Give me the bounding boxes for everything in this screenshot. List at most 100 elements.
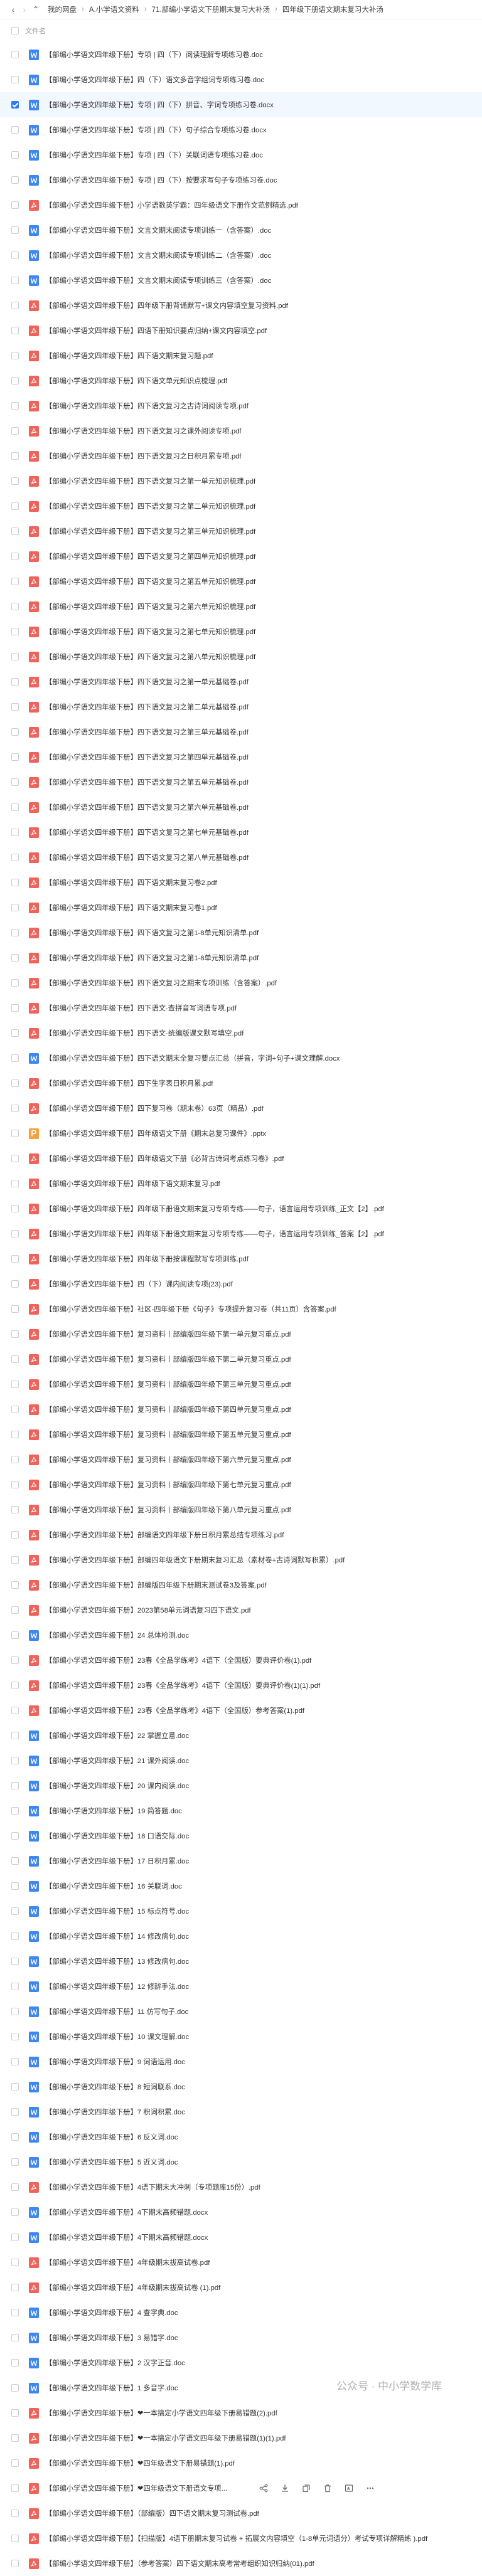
file-row[interactable]: 【部编小学语文四年级下册】22 掌握立意.doc — [0, 1723, 482, 1748]
breadcrumb-item[interactable]: 71.部编小学语文下册期末复习大补汤 — [152, 4, 270, 14]
file-name[interactable]: 【部编小学语文四年级下册】四年级语文下册《必背古诗词考点练习卷》.pdf — [45, 1153, 284, 1163]
more-icon[interactable] — [364, 2482, 377, 2494]
file-checkbox[interactable] — [11, 2208, 19, 2216]
file-row[interactable]: 【部编小学语文四年级下册】4下期末高频错题.docx — [0, 2225, 482, 2250]
file-row[interactable]: 【部编小学语文四年级下册】❤一本搞定小学语文四年级下册易错题(2).pdf — [0, 2400, 482, 2425]
file-row[interactable]: 【部编小学语文四年级下册】3 易错字.doc — [0, 2325, 482, 2350]
file-row[interactable]: 【部编小学语文四年级下册】社区-四年级下册《句子》专项提升复习卷（共11页）含答… — [0, 1296, 482, 1322]
file-row[interactable]: 【部编小学语文四年级下册】（部编版）四下语文期末复习测试卷.pdf — [0, 2501, 482, 2526]
file-row[interactable]: 【部编小学语文四年级下册】5 近义词.doc — [0, 2149, 482, 2175]
file-checkbox[interactable] — [11, 854, 19, 861]
file-name[interactable]: 【部编小学语文四年级下册】4年级期末拔高试卷 (1).pdf — [45, 2282, 220, 2292]
file-row[interactable]: 【部编小学语文四年级下册】四（下）课内阅读专项(23).pdf — [0, 1271, 482, 1296]
file-name[interactable]: 【部编小学语文四年级下册】四下语文复习之第八单元基础卷.pdf — [45, 852, 249, 862]
file-row[interactable]: 【部编小学语文四年级下册】12 修辞手法.doc — [0, 1974, 482, 1999]
file-row[interactable]: 【部编小学语文四年级下册】复习资料丨部编版四年级下第八单元复习重点.pdf — [0, 1497, 482, 1522]
file-name[interactable]: 【部编小学语文四年级下册】四下语文复习之第八单元知识梳理.pdf — [45, 652, 255, 662]
file-checkbox[interactable] — [11, 2183, 19, 2191]
file-checkbox[interactable] — [11, 1456, 19, 1463]
file-name[interactable]: 【部编小学语文四年级下册】四下语文复习之日积月累专项.pdf — [45, 451, 242, 461]
file-checkbox[interactable] — [11, 578, 19, 585]
file-name[interactable]: 【部编小学语文四年级下册】16 关联词.doc — [45, 1881, 182, 1891]
file-checkbox[interactable] — [11, 477, 19, 485]
file-name[interactable]: 【部编小学语文四年级下册】17 日积月累.doc — [45, 1856, 189, 1866]
file-name[interactable]: 【部编小学语文四年级下册】❤四年级语文下册易错题(1).pdf — [45, 2458, 235, 2468]
file-row[interactable]: 【部编小学语文四年级下册】四下语文复习之第三单元基础卷.pdf — [0, 719, 482, 745]
file-name[interactable]: 【部编小学语文四年级下册】22 掌握立意.doc — [45, 1731, 189, 1741]
file-name[interactable]: 【部编小学语文四年级下册】专项 | 四（下）按要求写句子专项练习卷.doc — [45, 175, 277, 185]
file-checkbox[interactable] — [11, 1155, 19, 1162]
file-name[interactable]: 【部编小学语文四年级下册】复习资料丨部编版四年级下第四单元复习重点.pdf — [45, 1404, 291, 1414]
file-name[interactable]: 【部编小学语文四年级下册】小学语数英学霸：四年级语文下册作文范例精选.pdf — [45, 200, 298, 210]
file-row[interactable]: 【部编小学语文四年级下册】部编四年级语文下册期末复习汇总（素材卷+古诗词默写积累… — [0, 1547, 482, 1572]
file-name[interactable]: 【部编小学语文四年级下册】专项 | 四（下）阅读理解专项练习卷.doc — [45, 50, 263, 60]
file-name[interactable]: 【部编小学语文四年级下册】四下语文复习之第二单元基础卷.pdf — [45, 702, 249, 712]
file-name[interactable]: 【部编小学语文四年级下册】四下语文复习之第三单元知识梳理.pdf — [45, 526, 255, 536]
file-name[interactable]: 【部编小学语文四年级下册】四（下）语文多音字组词专项练习卷.doc — [45, 75, 264, 85]
file-row[interactable]: 【部编小学语文四年级下册】四下语文复习之日积月累专项.pdf — [0, 443, 482, 469]
file-checkbox[interactable] — [11, 1857, 19, 1865]
file-checkbox[interactable] — [11, 904, 19, 911]
file-name[interactable]: 【部编小学语文四年级下册】四下生字表日积月累.pdf — [45, 1078, 213, 1088]
file-name[interactable]: 【部编小学语文四年级下册】❤一本搞定小学语文四年级下册易错题(2).pdf — [45, 2408, 277, 2418]
select-all-checkbox[interactable] — [11, 27, 19, 34]
file-checkbox[interactable] — [11, 1807, 19, 1815]
file-name[interactable]: 【部编小学语文四年级下册】四下语文复习之第四单元基础卷.pdf — [45, 752, 249, 762]
file-row[interactable]: 【部编小学语文四年级下册】四下语文复习之第八单元基础卷.pdf — [0, 845, 482, 870]
file-checkbox[interactable] — [11, 753, 19, 761]
file-row[interactable]: 【部编小学语文四年级下册】四下语文复习之第一单元知识梳理.pdf — [0, 469, 482, 494]
file-name[interactable]: 【部编小学语文四年级下册】四年级下册按课程默写专项训练.pdf — [45, 1254, 249, 1264]
file-row[interactable]: 【部编小学语文四年级下册】14 修改病句.doc — [0, 1924, 482, 1949]
back-arrow-icon[interactable]: ‹ — [8, 4, 19, 14]
file-name[interactable]: 【部编小学语文四年级下册】12 修辞手法.doc — [45, 1981, 189, 1991]
file-checkbox[interactable] — [11, 1983, 19, 1990]
file-checkbox[interactable] — [11, 101, 19, 109]
file-row[interactable]: 【部编小学语文四年级下册】四下语文复习之第1-8单元知识清单.pdf — [0, 920, 482, 945]
file-name[interactable]: 【部编小学语文四年级下册】23春《全品学练考》4语下（全国版）要典评价卷(1)(… — [45, 1680, 320, 1690]
file-name[interactable]: 【部编小学语文四年级下册】四下语文复习之第五单元基础卷.pdf — [45, 777, 249, 787]
file-checkbox[interactable] — [11, 1305, 19, 1313]
file-name[interactable]: 【部编小学语文四年级下册】复习资料丨部编版四年级下第五单元复习重点.pdf — [45, 1429, 291, 1439]
file-name[interactable]: 【部编小学语文四年级下册】部编四年级语文下册期末复习汇总（素材卷+古诗词默写积累… — [45, 1555, 345, 1565]
file-name[interactable]: 【部编小学语文四年级下册】复习资料丨部编版四年级下第一单元复习重点.pdf — [45, 1329, 291, 1339]
file-name[interactable]: 【部编小学语文四年级下册】23春《全品学练考》4语下（全国版）参考答案(1).p… — [45, 1705, 304, 1715]
file-checkbox[interactable] — [11, 76, 19, 83]
file-checkbox[interactable] — [11, 879, 19, 886]
file-row[interactable]: 【部编小学语文四年级下册】24 总体检测.doc — [0, 1623, 482, 1648]
file-name[interactable]: 【部编小学语文四年级下册】专项 | 四（下）拼音、字词专项练习卷.docx — [45, 100, 274, 110]
file-row[interactable]: 【部编小学语文四年级下册】四下语文复习之第六单元知识梳理.pdf — [0, 594, 482, 619]
file-row[interactable]: 【部编小学语文四年级下册】复习资料丨部编版四年级下第六单元复习重点.pdf — [0, 1447, 482, 1472]
file-checkbox[interactable] — [11, 2384, 19, 2392]
file-row[interactable]: 【部编小学语文四年级下册】四年级下册语文期末复习专项专练——句子，语言运用专项训… — [0, 1196, 482, 1221]
file-name[interactable]: 【部编小学语文四年级下册】四年级下语文期末复习.pdf — [45, 1179, 220, 1189]
file-name[interactable]: 【部编小学语文四年级下册】四下语文复习之第四单元知识梳理.pdf — [45, 551, 255, 561]
file-row[interactable]: 【部编小学语文四年级下册】23春《全品学练考》4语下（全国版）参考答案(1).p… — [0, 1698, 482, 1723]
file-row[interactable]: 【部编小学语文四年级下册】8 短词联系.doc — [0, 2074, 482, 2099]
file-name[interactable]: 【部编小学语文四年级下册】10 课文理解.doc — [45, 2032, 189, 2042]
file-checkbox[interactable] — [11, 603, 19, 610]
file-row[interactable]: 【部编小学语文四年级下册】四年级下册语文期末复习专项专练——句子，语言运用专项训… — [0, 1221, 482, 1246]
file-checkbox[interactable] — [11, 201, 19, 209]
file-name[interactable]: 【部编小学语文四年级下册】（参考答案）四下语文期末高考常考组织知识归纳(01).… — [45, 2558, 314, 2568]
file-checkbox[interactable] — [11, 1054, 19, 1062]
file-row[interactable]: 【部编小学语文四年级下册】四下语文复习之第七单元知识梳理.pdf — [0, 619, 482, 644]
file-checkbox[interactable] — [11, 1932, 19, 1940]
file-row[interactable]: 【部编小学语文四年级下册】（参考答案）四下语文期末高考常考组织知识归纳(01).… — [0, 2551, 482, 2576]
file-name[interactable]: 【部编小学语文四年级下册】四下语文期末复习卷1.pdf — [45, 903, 217, 913]
copy-icon[interactable] — [300, 2482, 313, 2494]
file-name[interactable]: 【部编小学语文四年级下册】4语下期末大冲刺（专项题库15份）.pdf — [45, 2182, 260, 2192]
file-name[interactable]: 【部编小学语文四年级下册】四年级语文下册《期末总复习课件》.pptx — [45, 1128, 266, 1138]
file-name[interactable]: 【部编小学语文四年级下册】文言文期末阅读专项训练二（含答案）.doc — [45, 250, 271, 260]
file-row[interactable]: 【部编小学语文四年级下册】16 关联词.doc — [0, 1874, 482, 1899]
file-row[interactable]: 【部编小学语文四年级下册】部编版四年级下册期末测试卷3及答案.pdf — [0, 1572, 482, 1598]
file-row[interactable]: 【部编小学语文四年级下册】四年级下册背诵默写+课文内容填空复习资料.pdf — [0, 293, 482, 318]
file-row[interactable]: 【部编小学语文四年级下册】4语下期末大冲刺（专项题库15份）.pdf — [0, 2175, 482, 2200]
file-row[interactable]: 【部编小学语文四年级下册】四年级下语文期末复习.pdf — [0, 1171, 482, 1196]
file-row[interactable]: 【部编小学语文四年级下册】❤四年级语文下册语文专项... — [0, 2476, 482, 2501]
file-checkbox[interactable] — [11, 1255, 19, 1263]
file-name[interactable]: 【部编小学语文四年级下册】部编语文四年级下册日积月累总结专项练习.pdf — [45, 1530, 284, 1540]
file-checkbox[interactable] — [11, 1581, 19, 1589]
rename-icon[interactable] — [343, 2482, 355, 2494]
file-row[interactable]: 【部编小学语文四年级下册】四下语文·查拼音写词语专项.pdf — [0, 995, 482, 1020]
file-row[interactable]: 【部编小学语文四年级下册】专项 | 四（下）按要求写句子专项练习卷.doc — [0, 167, 482, 193]
